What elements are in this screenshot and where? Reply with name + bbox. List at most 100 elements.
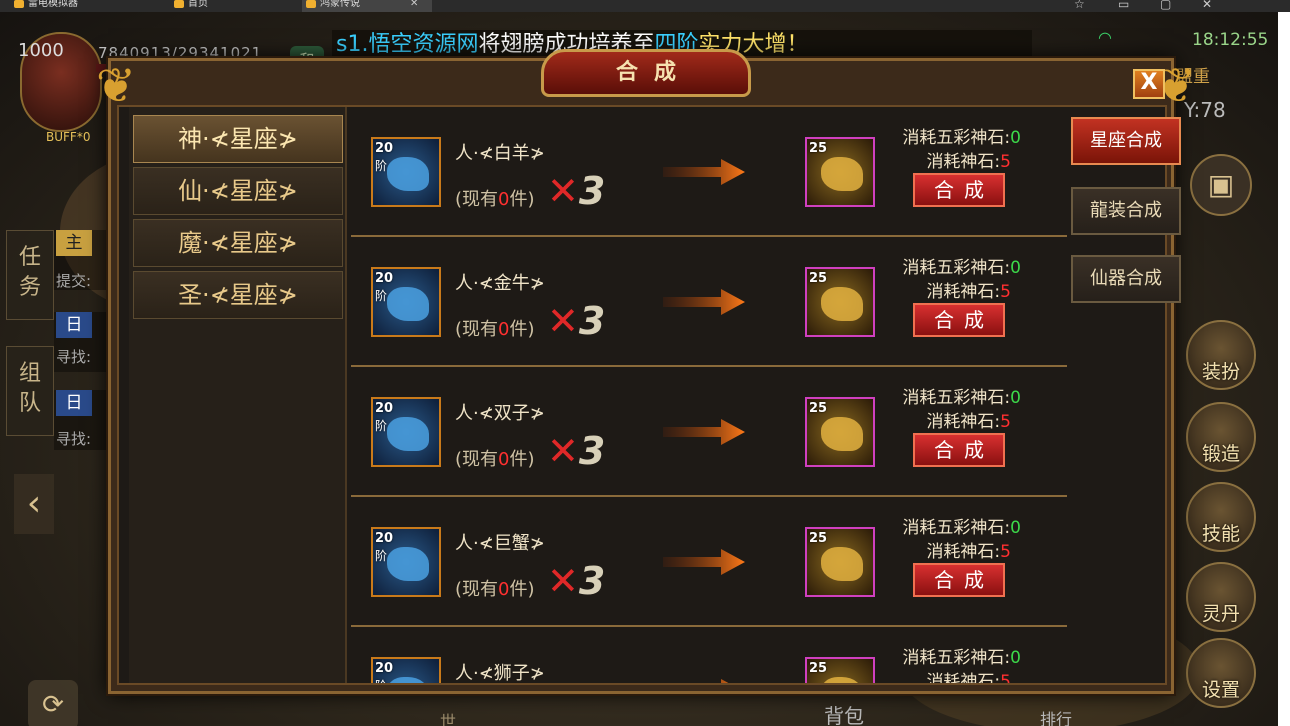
owned-suffix: 件)	[509, 319, 535, 340]
rainbow-label: 消耗五彩神石:	[902, 388, 1011, 408]
owned-count: (现有0件)	[455, 315, 535, 341]
quest-item[interactable]: 日 寻找:	[54, 312, 114, 372]
rainbow-stone-cost: 消耗五彩神石:0	[861, 643, 1021, 668]
input-level: 20	[375, 141, 394, 156]
tab-home[interactable]: 首页	[170, 0, 290, 12]
window-close-icon[interactable]: ✕	[1202, 0, 1212, 11]
dialog-title: 合成	[615, 60, 692, 85]
minimize-icon[interactable]: ▭	[1118, 0, 1129, 11]
stone-cost: 消耗神石:5	[851, 537, 1011, 562]
stone-label: 消耗神石:	[926, 152, 1001, 172]
button-label: 灵丹	[1201, 603, 1240, 625]
craft-button[interactable]: 合成	[913, 563, 1005, 597]
task-tab[interactable]: 任务	[6, 230, 54, 320]
output-level: 25	[809, 401, 828, 416]
bag-button[interactable]: 背包	[824, 700, 864, 726]
beast-icon	[387, 547, 429, 581]
quest-chip: 日	[56, 312, 92, 338]
tab-artifact-synthesis[interactable]: 仙器合成	[1071, 255, 1181, 303]
dress-up-button[interactable]: 装扮	[1186, 320, 1256, 390]
item-name: 人·≮金牛≯	[455, 273, 545, 294]
forge-button[interactable]: 锻造	[1186, 402, 1256, 472]
stone-label: 消耗神石:	[926, 542, 1001, 562]
tab-label: 首页	[188, 0, 208, 9]
input-rank: 阶	[375, 677, 387, 683]
quest-chip: 日	[56, 390, 92, 416]
craft-button[interactable]: 合成	[913, 173, 1005, 207]
input-item-icon[interactable]: 20阶	[371, 267, 441, 337]
team-tab[interactable]: 组队	[6, 346, 54, 436]
input-item-icon[interactable]: 20阶	[371, 527, 441, 597]
required-times: 3	[578, 169, 606, 213]
rainbow-label: 消耗五彩神石:	[902, 128, 1011, 148]
skill-button[interactable]: 技能	[1186, 482, 1256, 552]
owned-suffix: 件)	[509, 579, 535, 600]
world-channel[interactable]: 世	[440, 708, 456, 726]
beast-icon	[387, 677, 429, 683]
ticker-prefix: s1.	[336, 32, 369, 57]
craft-button[interactable]: 合成	[913, 303, 1005, 337]
favorite-icon[interactable]: ☆	[1074, 0, 1085, 11]
quest-item[interactable]: 主 提交:	[54, 230, 114, 290]
input-level: 20	[375, 661, 394, 676]
multiply-icon: ✕	[547, 429, 579, 473]
arrow-right-icon	[663, 549, 745, 575]
stone-label: 消耗神石:	[926, 282, 1001, 302]
close-tab-icon[interactable]: ✕	[410, 0, 418, 9]
category-mo[interactable]: 魔·≮星座≯	[133, 219, 343, 267]
rainbow-value: 0	[1010, 128, 1021, 148]
stone-label: 消耗神石:	[926, 672, 1001, 683]
rainbow-stone-cost: 消耗五彩神石:0	[861, 253, 1021, 278]
owned-prefix: (现有	[455, 579, 499, 600]
restore-icon[interactable]: ▢	[1160, 0, 1171, 11]
owned-value: 0	[498, 319, 510, 340]
input-item-icon[interactable]: 20阶	[371, 137, 441, 207]
app-icon	[14, 0, 24, 8]
required-quantity: ✕3	[547, 559, 605, 603]
rainbow-stone-cost: 消耗五彩神石:0	[861, 123, 1021, 148]
button-label: 锻造	[1201, 443, 1240, 465]
arrow-right-icon	[663, 159, 745, 185]
close-button[interactable]: X	[1133, 69, 1165, 99]
beast-icon	[387, 417, 429, 451]
tab-constellation-synthesis[interactable]: 星座合成	[1071, 117, 1181, 165]
category-shen[interactable]: 神·≮星座≯	[133, 115, 343, 163]
button-label: 技能	[1201, 523, 1240, 545]
elixir-button[interactable]: 灵丹	[1186, 562, 1256, 632]
player-level: 1000	[18, 40, 64, 61]
input-rank: 阶	[375, 549, 388, 563]
category-sheng[interactable]: 圣·≮星座≯	[133, 271, 343, 319]
stone-value: 5	[1000, 152, 1011, 172]
item-name: 人·≮狮子≯	[455, 663, 545, 683]
ranking-button[interactable]: 排行	[1040, 706, 1072, 726]
recipe-row: 20 阶人·≮巨蟹≯ (现有0件) ✕3 25 消耗五彩神石:0 消耗神石:5 合成	[351, 497, 1067, 627]
tab-dragon-gear-synthesis[interactable]: 龍装合成	[1071, 187, 1181, 235]
arrow-right-icon	[721, 679, 729, 683]
recipe-row: 20 阶人·≮白羊≯ (现有0件) ✕3 25 消耗五彩神石:0 消耗神石:5 合成	[351, 107, 1067, 237]
stone-value: 5	[1000, 282, 1011, 302]
collapse-arrow-icon[interactable]: ‹	[14, 474, 54, 534]
map-icon[interactable]: ▣	[1190, 154, 1252, 216]
page-icon	[174, 0, 184, 8]
multiply-icon: ✕	[547, 559, 579, 603]
owned-value: 0	[498, 579, 510, 600]
quest-chip: 主	[56, 230, 92, 256]
input-item-icon[interactable]: 20阶	[371, 657, 441, 683]
rainbow-value: 0	[1010, 388, 1021, 408]
multiply-icon: ✕	[547, 169, 579, 213]
recipe-list[interactable]: 20 阶人·≮白羊≯ (现有0件) ✕3 25 消耗五彩神石:0 消耗神石:5 合成 20 阶人·…	[351, 107, 1067, 683]
tab-label: 雷电模拟器	[28, 0, 78, 9]
craft-button[interactable]: 合成	[913, 433, 1005, 467]
button-label: 装扮	[1201, 361, 1240, 383]
rainbow-value: 0	[1010, 258, 1021, 278]
owned-prefix: (现有	[455, 319, 499, 340]
settings-button[interactable]: 设置	[1186, 638, 1256, 708]
beast-icon	[387, 287, 429, 321]
tab-emulator[interactable]: 雷电模拟器	[10, 0, 150, 12]
output-level: 25	[809, 271, 828, 286]
quest-item[interactable]: 日 寻找:	[54, 390, 114, 450]
item-name: 人·≮白羊≯	[455, 143, 545, 164]
category-xian[interactable]: 仙·≮星座≯	[133, 167, 343, 215]
refresh-icon[interactable]: ⟳	[28, 680, 78, 726]
input-item-icon[interactable]: 20阶	[371, 397, 441, 467]
